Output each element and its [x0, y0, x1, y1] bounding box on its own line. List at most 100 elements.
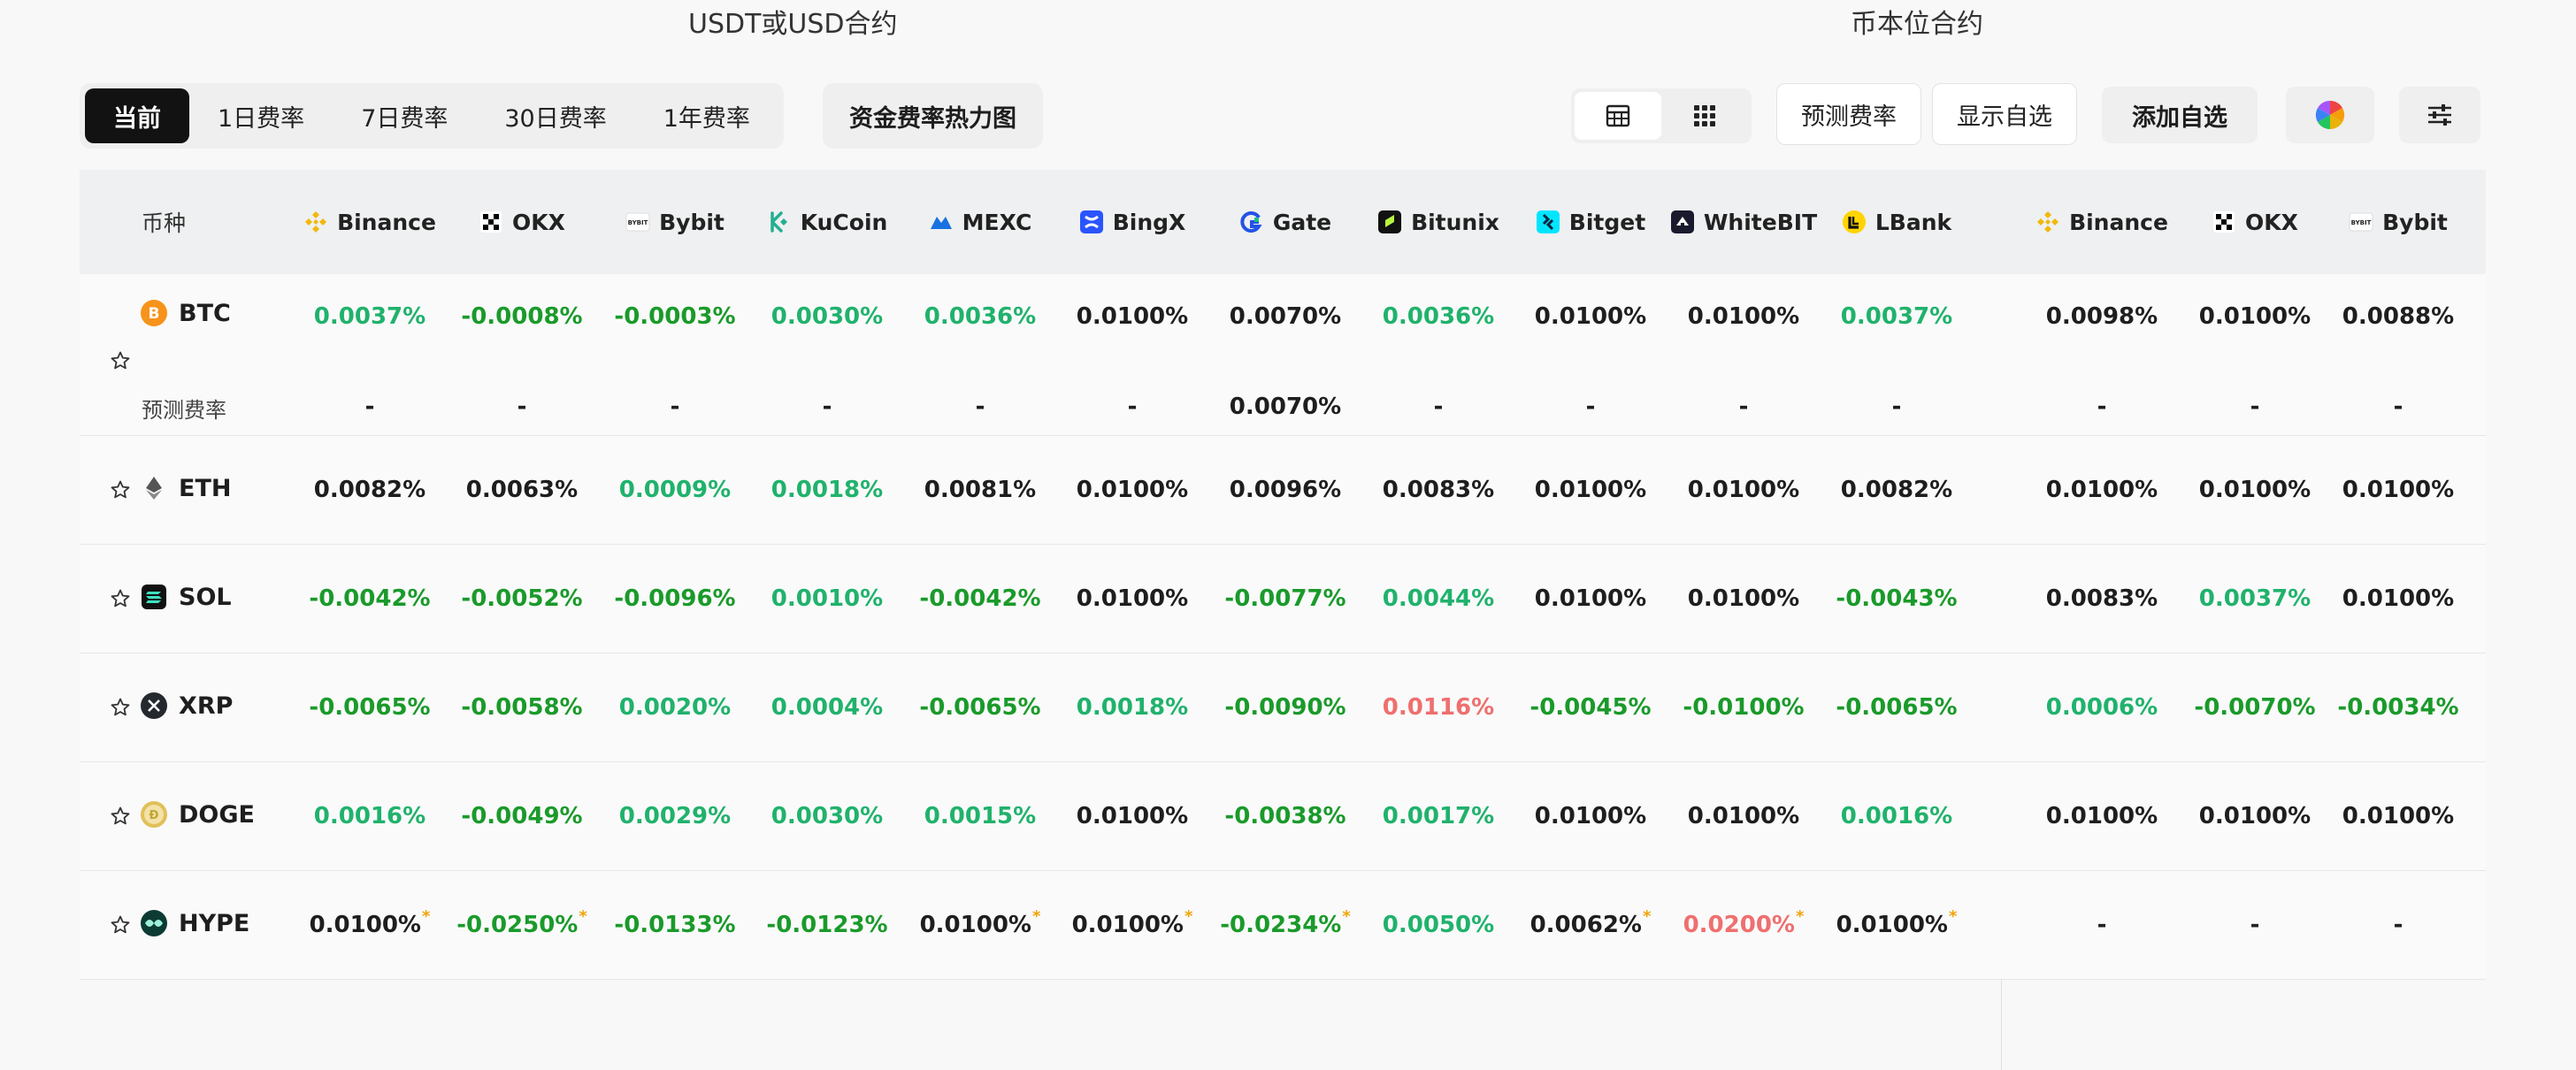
rate-value: 0.0037% [2198, 585, 2312, 612]
rate-value: 0.0100% [2342, 803, 2455, 829]
rate-value: 0.0100% [1076, 303, 1189, 330]
coin-margined-section-title: 币本位合约 [1851, 9, 1983, 40]
predicted-rate-cell: - [446, 389, 598, 424]
predicted-value: - [517, 394, 527, 420]
exchange-name: OKX [512, 209, 565, 235]
rate-value: -0.0100% [1683, 694, 1805, 721]
rate-cell: 0.0030% [751, 799, 903, 834]
rate-cell: 0.0016% [1821, 799, 1973, 834]
exchange-header-binance-0[interactable]: Binance [281, 170, 458, 274]
exchange-header-okx-1[interactable]: OKX [433, 170, 610, 274]
color-theme-button[interactable] [2286, 87, 2374, 143]
rate-cell: 0.0096% [1209, 472, 1361, 508]
rate-cell: -0.0090% [1209, 690, 1361, 725]
exchange-header-kucoin-3[interactable]: KuCoin [739, 170, 916, 274]
coin-icon-wrap [140, 583, 168, 611]
rate-cell: 0.0100% [2179, 299, 2331, 334]
show-favorites-button[interactable]: 显示自选 [1932, 83, 2077, 145]
rate-value: -0.0133% [614, 912, 736, 938]
rate-cell: - [2179, 907, 2331, 943]
coin-cell[interactable]: HYPE [140, 909, 249, 937]
coin-cell[interactable]: Ð DOGE [140, 800, 255, 829]
exchange-header-bybit-2[interactable]: BYBIT Bybit [586, 170, 763, 274]
table-view-button[interactable] [1575, 92, 1661, 140]
rate-cell: -0.0077% [1209, 581, 1361, 616]
rate-cell: 0.0004% [751, 690, 903, 725]
predicted-rate-cell: - [599, 389, 751, 424]
rate-cell: 0.0037% [2179, 581, 2331, 616]
bitunix-icon-wrap [1377, 210, 1402, 234]
add-favorite-button[interactable]: 添加自选 [2102, 87, 2258, 143]
favorite-star-button[interactable] [108, 695, 133, 720]
tab-2[interactable]: 7日费率 [333, 88, 476, 143]
rate-value: -0.0065% [1836, 694, 1958, 721]
rate-cell: -0.0096% [599, 581, 751, 616]
star-icon [111, 698, 130, 716]
exchange-name: Bybit [659, 209, 724, 235]
rate-cell: 0.0081% [904, 472, 1056, 508]
rate-cell: -0.0042% [904, 581, 1056, 616]
exchange-header-bitget-8[interactable]: Bitget [1502, 170, 1679, 274]
grid-view-button[interactable] [1661, 92, 1748, 140]
table-row-hype: HYPE 0.0100% * -0.0250% * -0.0133% -0.0123% 0.0… [80, 871, 2486, 980]
doge-icon: Ð [141, 801, 167, 828]
exchange-header-bitunix-7[interactable]: Bitunix [1350, 170, 1527, 274]
tab-1[interactable]: 1日费率 [189, 88, 333, 143]
rate-value: 0.0050% [1382, 912, 1495, 938]
rate-cell: 0.0100% [2322, 799, 2474, 834]
predicted-rate-cell: - [1362, 389, 1514, 424]
exchange-header-bybit-13[interactable]: BYBIT Bybit [2310, 170, 2487, 274]
rate-value: 0.0100% [2198, 803, 2312, 829]
heatmap-button[interactable]: 资金费率热力图 [823, 83, 1043, 149]
exchange-header-mexc-4[interactable]: MEXC [892, 170, 1069, 274]
rate-value: 0.0018% [770, 477, 884, 503]
rate-value: 0.0100% [1687, 303, 1800, 330]
btc-icon: B [141, 300, 167, 326]
bybit-icon: BYBIT [625, 212, 650, 232]
rate-cell: 0.0100% [1056, 581, 1208, 616]
exchange-header-gate-6[interactable]: Gate [1197, 170, 1374, 274]
favorite-star-button[interactable] [108, 348, 133, 373]
rate-value: -0.0049% [461, 803, 583, 829]
rate-cell: 0.0100% [1514, 799, 1667, 834]
interval-asterisk: * [1948, 906, 1958, 926]
settings-button[interactable] [2399, 87, 2480, 143]
favorite-star-button[interactable] [108, 913, 133, 937]
rate-value: 0.0016% [1840, 803, 1953, 829]
predicted-value: - [975, 394, 985, 420]
rate-cell: -0.0133% [599, 907, 751, 943]
kucoin-icon-wrap [767, 210, 792, 234]
predict-rate-button[interactable]: 预测费率 [1776, 83, 1921, 145]
favorite-star-button[interactable] [108, 804, 133, 829]
exchange-header-binance-11[interactable]: Binance [2013, 170, 2190, 274]
rate-value: 0.0030% [770, 803, 884, 829]
favorite-star-button[interactable] [108, 586, 133, 611]
tab-3[interactable]: 30日费率 [476, 88, 634, 143]
favorite-star-button[interactable] [108, 478, 133, 502]
rate-cell: 0.0020% [599, 690, 751, 725]
tab-0[interactable]: 当前 [85, 88, 189, 143]
okx-icon-wrap [479, 210, 503, 234]
interval-asterisk: * [421, 906, 431, 926]
rate-cell: 0.0100% * [904, 907, 1056, 943]
mexc-icon [930, 217, 952, 229]
rate-value: 0.0081% [924, 477, 1037, 503]
exchange-header-bingx-5[interactable]: BingX [1044, 170, 1221, 274]
rate-value: 0.0100% [2045, 803, 2158, 829]
bitunix-icon [1378, 210, 1402, 233]
coin-cell[interactable]: XRP [140, 692, 233, 720]
coin-cell[interactable]: SOL [140, 583, 232, 611]
svg-text:Ð: Ð [150, 809, 159, 822]
tab-4[interactable]: 1年费率 [635, 88, 778, 143]
exchange-name: MEXC [962, 209, 1032, 235]
exchange-header-lbank-10[interactable]: LBank [1808, 170, 1985, 274]
coin-cell[interactable]: ETH [140, 474, 231, 502]
exchange-header-whitebit-9[interactable]: WhiteBIT [1655, 170, 1832, 274]
interval-asterisk: * [1642, 906, 1652, 926]
rate-value: 0.0029% [618, 803, 732, 829]
coin-cell[interactable]: B BTC [140, 299, 231, 327]
rate-value: 0.0100% [1076, 585, 1189, 612]
rate-value: -0.0090% [1224, 694, 1346, 721]
hype-icon [141, 910, 167, 936]
rate-value: -0.0003% [614, 303, 736, 330]
